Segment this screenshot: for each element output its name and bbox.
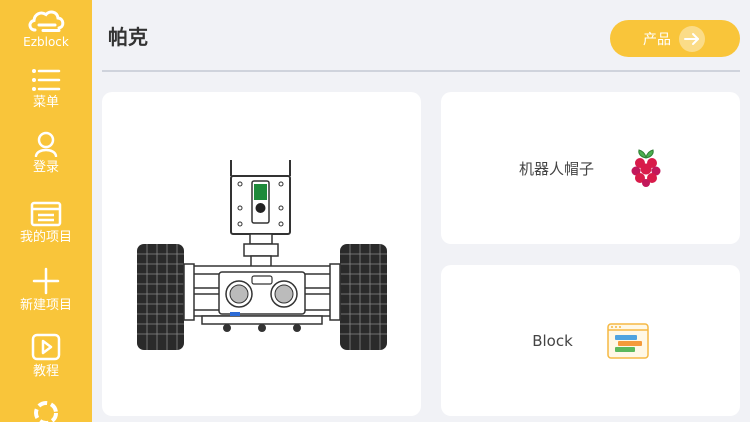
sidebar-item-tutorial[interactable]: 教程 xyxy=(0,333,92,379)
menu-icon xyxy=(32,69,61,91)
robot-card[interactable] xyxy=(102,92,421,416)
arrow-right-icon xyxy=(679,25,705,52)
product-button[interactable]: 产品 xyxy=(610,20,740,57)
project-folder-icon xyxy=(30,201,62,227)
page-title: 帕克 xyxy=(108,25,148,49)
sidebar-item-menu[interactable]: 菜单 xyxy=(0,68,92,110)
cloud-logo-icon xyxy=(28,10,65,32)
sidebar-item-label: 登录 xyxy=(32,160,59,175)
block-label: Block xyxy=(532,331,573,350)
settings-gear-icon xyxy=(34,401,58,422)
robot-hat-card[interactable]: 机器人帽子 xyxy=(441,92,740,244)
sidebar-item-my-projects[interactable]: 我的项目 xyxy=(0,201,92,245)
sidebar-item-label: 新建项目 xyxy=(19,298,72,313)
sidebar: Ezblock 菜单 登录 我的项目 新建项目 教程 xyxy=(0,0,92,422)
sidebar-item-login[interactable]: 登录 xyxy=(0,131,92,175)
sidebar-item-settings[interactable] xyxy=(0,399,92,422)
header-divider xyxy=(102,70,740,72)
sidebar-item-label: 我的项目 xyxy=(19,230,72,245)
user-icon xyxy=(34,131,58,157)
block-card[interactable]: Block xyxy=(441,265,740,416)
raspberry-pi-icon xyxy=(631,149,661,187)
robot-hat-label: 机器人帽子 xyxy=(518,159,594,178)
brand-label: Ezblock xyxy=(23,35,69,49)
plus-icon xyxy=(32,267,60,295)
sidebar-item-label: 菜单 xyxy=(32,95,59,110)
brand-logo[interactable]: Ezblock xyxy=(0,8,92,50)
play-icon xyxy=(31,333,61,361)
product-button-label: 产品 xyxy=(643,31,671,48)
block-editor-icon xyxy=(607,322,649,359)
sidebar-item-label: 教程 xyxy=(32,364,59,379)
sidebar-item-new-project[interactable]: 新建项目 xyxy=(0,267,92,313)
robot-car-picarx-illustration xyxy=(137,160,387,350)
